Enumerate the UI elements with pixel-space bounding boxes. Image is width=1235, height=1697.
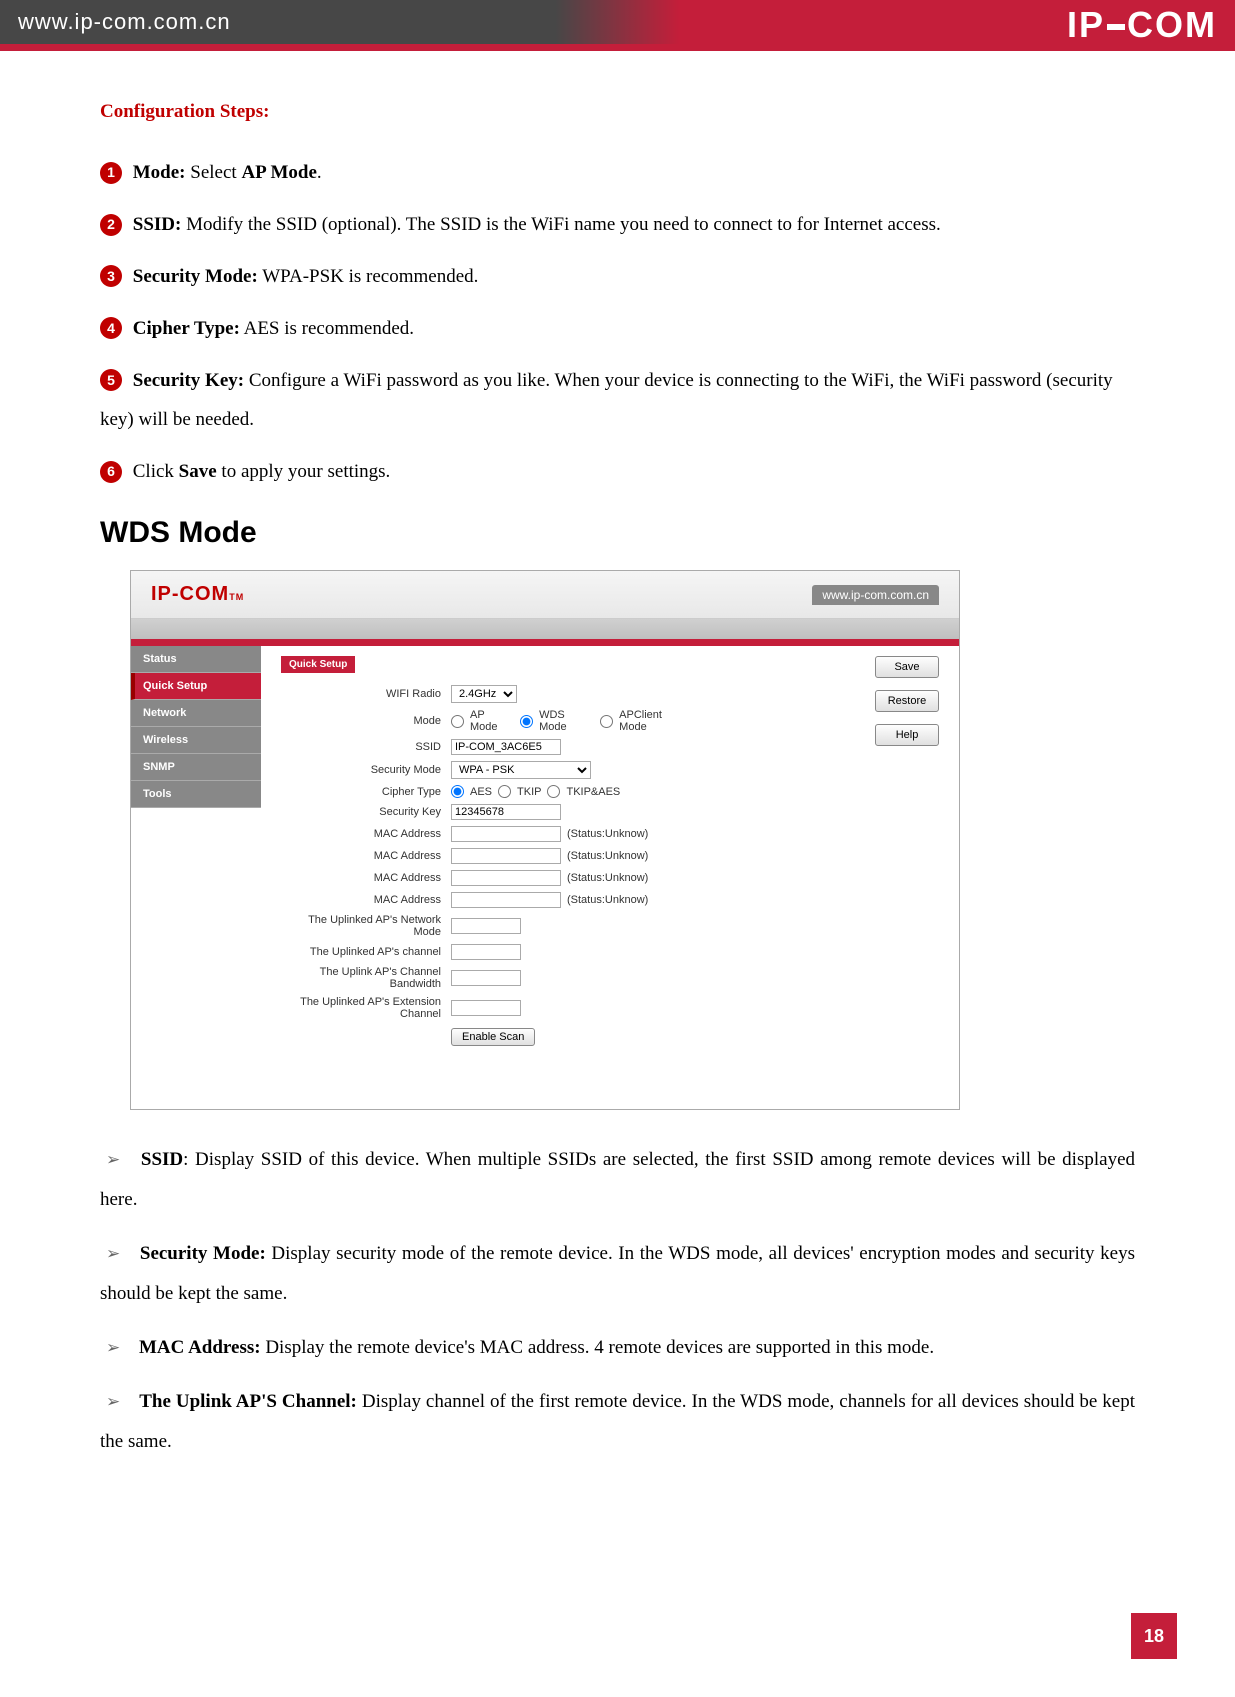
ss-sidebar: Status Quick Setup Network Wireless SNMP… [131, 646, 261, 1056]
restore-button[interactable]: Restore [875, 690, 939, 712]
wds-mode-heading: WDS Mode [100, 516, 1135, 550]
sidebar-item-status[interactable]: Status [131, 646, 261, 673]
uplink-net-label: The Uplinked AP's Network Mode [281, 914, 441, 938]
save-button[interactable]: Save [875, 656, 939, 678]
uplink-ch-label: The Uplinked AP's channel [281, 946, 441, 958]
mac-1-input[interactable] [451, 826, 561, 842]
header-url: www.ip-com.com.cn [18, 9, 231, 35]
wifi-radio-select[interactable]: 2.4GHz [451, 685, 517, 703]
mac-3-label: MAC Address [281, 872, 441, 884]
config-steps-title: Configuration Steps: [100, 101, 1135, 123]
ss-logo: IP-COMTM [151, 583, 244, 606]
ssid-label: SSID [281, 741, 441, 753]
mac-1-label: MAC Address [281, 828, 441, 840]
arrow-icon: ➢ [106, 1392, 120, 1411]
step-label: Cipher Type: [133, 318, 240, 339]
uplink-ext-label: The Uplinked AP's Extension Channel [281, 996, 441, 1020]
step-badge: 2 [100, 214, 122, 236]
cipher-tkip-radio[interactable] [498, 785, 511, 798]
uplink-bw-input[interactable] [451, 970, 521, 986]
mode-wds-radio[interactable] [520, 715, 533, 728]
red-divider [0, 44, 1235, 51]
bullet-mac-address: ➢ MAC Address: Display the remote device… [100, 1328, 1135, 1368]
cipher-aes-radio[interactable] [451, 785, 464, 798]
step-2: 2 SSID: Modify the SSID (optional). The … [100, 205, 1135, 245]
step-5: 5 Security Key: Configure a WiFi passwor… [100, 361, 1135, 441]
mac-4-input[interactable] [451, 892, 561, 908]
page-content: Configuration Steps: 1 Mode: Select AP M… [0, 51, 1235, 1505]
brand-logo: IPCOM [1067, 4, 1217, 46]
sidebar-item-snmp[interactable]: SNMP [131, 754, 261, 781]
arrow-icon: ➢ [106, 1338, 120, 1357]
step-6: 6 Click Save to apply your settings. [100, 452, 1135, 492]
quick-setup-form: WIFI Radio 2.4GHz Mode AP Mode WDS Mode … [281, 685, 939, 1020]
arrow-icon: ➢ [106, 1150, 120, 1169]
cipher-type-label: Cipher Type [281, 786, 441, 798]
enable-scan-button[interactable]: Enable Scan [451, 1028, 535, 1046]
step-label: Security Key: [133, 370, 244, 391]
page-number: 18 [1131, 1613, 1177, 1659]
mode-ap-radio[interactable] [451, 715, 464, 728]
security-key-input[interactable] [451, 804, 561, 820]
uplink-bw-label: The Uplink AP's Channel Bandwidth [281, 966, 441, 990]
step-badge: 5 [100, 369, 122, 391]
step-4: 4 Cipher Type: AES is recommended. [100, 309, 1135, 349]
mode-label: Mode [281, 715, 441, 727]
step-label: Mode: [133, 162, 186, 183]
mode-apclient-radio[interactable] [600, 715, 613, 728]
ss-redband [131, 639, 959, 646]
mac-2-input[interactable] [451, 848, 561, 864]
sidebar-item-quick-setup[interactable]: Quick Setup [131, 673, 261, 700]
sidebar-item-network[interactable]: Network [131, 700, 261, 727]
arrow-icon: ➢ [106, 1244, 120, 1263]
uplink-ch-input[interactable] [451, 944, 521, 960]
mac-3-input[interactable] [451, 870, 561, 886]
bullet-ssid: ➢ SSID: Display SSID of this device. Whe… [100, 1140, 1135, 1220]
ss-url: www.ip-com.com.cn [812, 585, 939, 605]
bullet-uplink-channel: ➢ The Uplink AP'S Channel: Display chann… [100, 1382, 1135, 1462]
sidebar-item-wireless[interactable]: Wireless [131, 727, 261, 754]
action-buttons: Save Restore Help [875, 656, 939, 746]
tab-quick-setup[interactable]: Quick Setup [281, 656, 355, 673]
uplink-net-input[interactable] [451, 918, 521, 934]
mac-2-label: MAC Address [281, 850, 441, 862]
ss-header: IP-COMTM www.ip-com.com.cn [131, 571, 959, 619]
step-badge: 6 [100, 461, 122, 483]
step-badge: 4 [100, 317, 122, 339]
security-key-label: Security Key [281, 806, 441, 818]
ss-main: Save Restore Help Quick Setup WIFI Radio… [261, 646, 959, 1056]
sidebar-item-tools[interactable]: Tools [131, 781, 261, 808]
mac-4-label: MAC Address [281, 894, 441, 906]
ss-shade [131, 619, 959, 639]
wifi-radio-label: WIFI Radio [281, 688, 441, 700]
uplink-ext-input[interactable] [451, 1000, 521, 1016]
security-mode-label: Security Mode [281, 764, 441, 776]
security-mode-select[interactable]: WPA - PSK [451, 761, 591, 779]
step-label: Security Mode: [133, 266, 258, 287]
step-badge: 1 [100, 162, 122, 184]
step-badge: 3 [100, 265, 122, 287]
page-header: www.ip-com.com.cn IPCOM [0, 0, 1235, 44]
cipher-both-radio[interactable] [547, 785, 560, 798]
bullet-security-mode: ➢ Security Mode: Display security mode o… [100, 1234, 1135, 1314]
step-3: 3 Security Mode: WPA-PSK is recommended. [100, 257, 1135, 297]
ssid-input[interactable] [451, 739, 561, 755]
router-ui-screenshot: IP-COMTM www.ip-com.com.cn Status Quick … [130, 570, 960, 1110]
help-button[interactable]: Help [875, 724, 939, 746]
step-label: SSID: [133, 214, 182, 235]
step-1: 1 Mode: Select AP Mode. [100, 153, 1135, 193]
